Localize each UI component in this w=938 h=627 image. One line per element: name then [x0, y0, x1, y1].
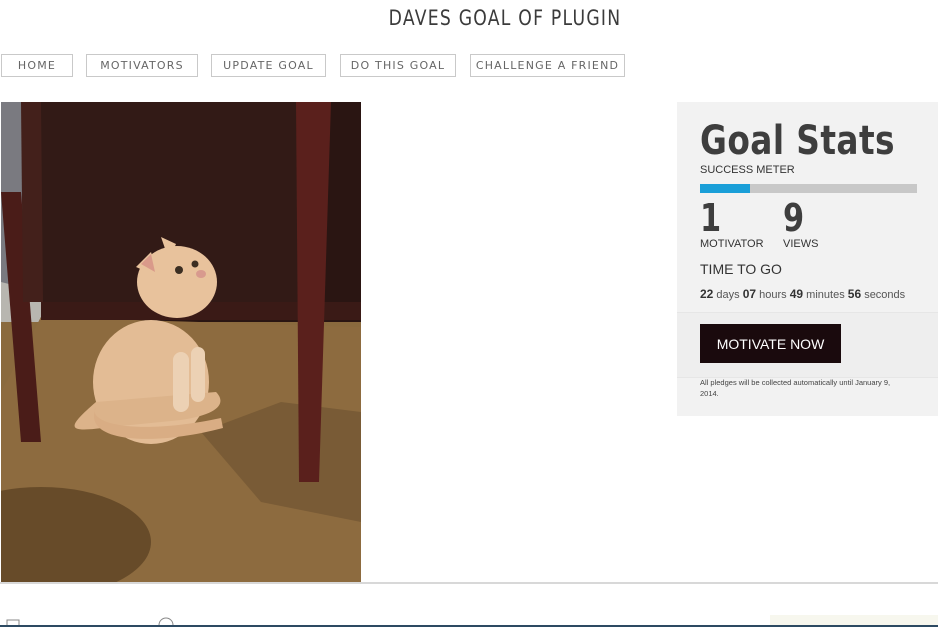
- countdown-seconds: 56: [847, 287, 862, 301]
- countdown-days-label: days: [716, 289, 740, 301]
- motivators-count: 1: [700, 196, 722, 240]
- goal-stats-panel: Goal Stats SUCCESS METER 1 MOTIVATOR 9 V…: [677, 102, 938, 416]
- kitten-photo-image: [1, 102, 361, 582]
- countdown-timer: 22 days 07 hours 49 minutes 56 seconds: [700, 287, 905, 301]
- countdown-hours-label: hours: [759, 289, 787, 301]
- footer-strip: [0, 615, 938, 627]
- pledge-note: All pledges will be collected automatica…: [700, 378, 891, 398]
- nav-do-this-goal-button[interactable]: DO THIS GOAL: [340, 54, 456, 77]
- goal-photo: [1, 102, 361, 582]
- views-label: VIEWS: [783, 238, 819, 250]
- countdown-hours: 07: [742, 287, 757, 301]
- countdown-days: 22: [700, 287, 714, 301]
- success-meter-label: SUCCESS METER: [700, 164, 795, 176]
- nav-home-button[interactable]: HOME: [1, 54, 73, 77]
- countdown-minutes-label: minutes: [806, 289, 845, 301]
- countdown-seconds-label: seconds: [864, 289, 906, 301]
- countdown-minutes: 49: [789, 287, 804, 301]
- content-divider: [0, 582, 938, 584]
- nav-motivators-button[interactable]: MOTIVATORS: [86, 54, 198, 77]
- success-meter: [700, 184, 917, 193]
- page-title: DAVES GOAL OF PLUGIN: [388, 6, 622, 30]
- nav-challenge-friend-button[interactable]: CHALLENGE A FRIEND: [470, 54, 625, 77]
- views-count: 9: [783, 196, 805, 240]
- nav-update-goal-button[interactable]: UPDATE GOAL: [211, 54, 326, 77]
- goal-stats-title: Goal Stats: [700, 118, 895, 164]
- success-meter-fill: [700, 184, 750, 193]
- time-to-go-label: TIME TO GO: [700, 261, 782, 277]
- motivate-now-button[interactable]: MOTIVATE NOW: [700, 324, 841, 363]
- motivators-label: MOTIVATOR: [700, 238, 764, 250]
